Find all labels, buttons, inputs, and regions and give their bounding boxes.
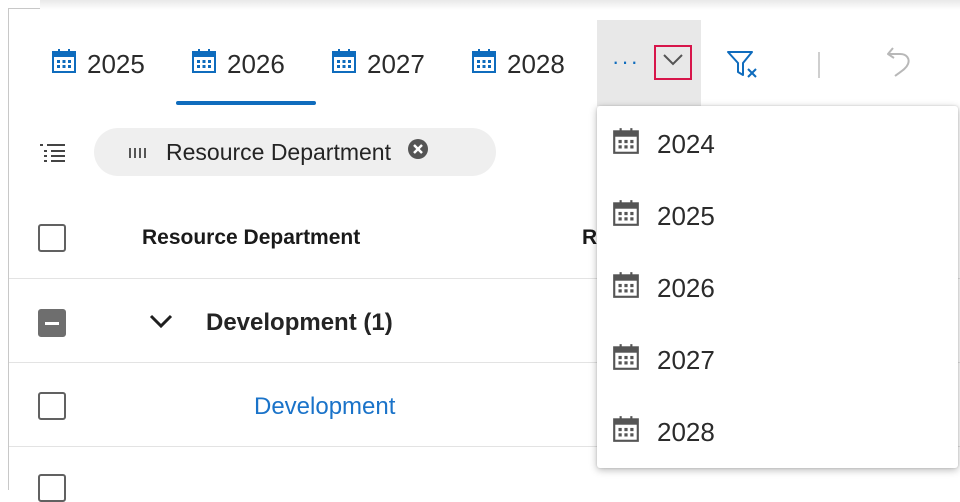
menu-item-label: 2024 [657, 128, 715, 159]
selected-tab-indicator [176, 101, 316, 105]
filter-clear-icon [724, 47, 760, 86]
calendar-icon [611, 270, 641, 307]
tab-2027[interactable]: 2027 [330, 48, 425, 80]
menu-item-label: 2025 [657, 200, 715, 231]
overflow-dropdown-toggle[interactable] [654, 45, 692, 80]
chip-label: Resource Department [166, 138, 391, 165]
column-header-resource-department[interactable]: Resource Department [142, 226, 360, 250]
calendar-icon [330, 47, 358, 82]
undo-button[interactable] [880, 44, 920, 84]
tab-label: 2026 [227, 48, 285, 79]
clear-filter-button[interactable] [722, 46, 762, 86]
menu-item-2025[interactable]: 2025 [611, 198, 715, 234]
row-checkbox[interactable] [38, 392, 66, 420]
menu-item-2024[interactable]: 2024 [611, 126, 715, 162]
tab-2026[interactable]: 2026 [190, 48, 285, 80]
resource-department-link[interactable]: Development [254, 393, 395, 421]
column-header-partial[interactable]: R [582, 226, 597, 250]
tab-label: 2025 [87, 48, 145, 79]
clear-icon[interactable] [407, 138, 429, 166]
menu-item-2026[interactable]: 2026 [611, 270, 715, 306]
more-icon[interactable]: ··· [612, 51, 640, 73]
calendar-icon [470, 47, 498, 82]
calendar-icon [50, 47, 78, 82]
year-dropdown-menu: 2024 2025 2026 2027 2028 [597, 106, 958, 468]
undo-icon [885, 44, 915, 85]
calendar-icon [611, 198, 641, 235]
chevron-down-icon [662, 53, 684, 72]
menu-item-label: 2027 [657, 344, 715, 375]
calendar-icon [190, 47, 218, 82]
group-row-label: Development (1) [206, 309, 393, 336]
group-row-checkbox[interactable] [38, 309, 66, 337]
tab-2025[interactable]: 2025 [50, 48, 145, 80]
grip-icon[interactable] [128, 139, 152, 166]
group-by-chip[interactable]: Resource Department [94, 128, 496, 176]
select-all-checkbox[interactable] [38, 224, 66, 252]
tab-2028[interactable]: 2028 [470, 48, 565, 80]
calendar-icon [611, 414, 641, 451]
tab-label: 2028 [507, 48, 565, 79]
group-list-icon[interactable] [38, 142, 68, 169]
menu-item-2027[interactable]: 2027 [611, 342, 715, 378]
menu-item-label: 2026 [657, 272, 715, 303]
tab-label: 2027 [367, 48, 425, 79]
calendar-icon [611, 342, 641, 379]
top-shadow [40, 0, 960, 10]
row-checkbox[interactable] [38, 474, 66, 502]
menu-item-2028[interactable]: 2028 [611, 414, 715, 450]
chevron-down-icon[interactable] [148, 313, 174, 336]
toolbar-divider [818, 52, 820, 78]
calendar-icon [611, 126, 641, 163]
menu-item-label: 2028 [657, 416, 715, 447]
